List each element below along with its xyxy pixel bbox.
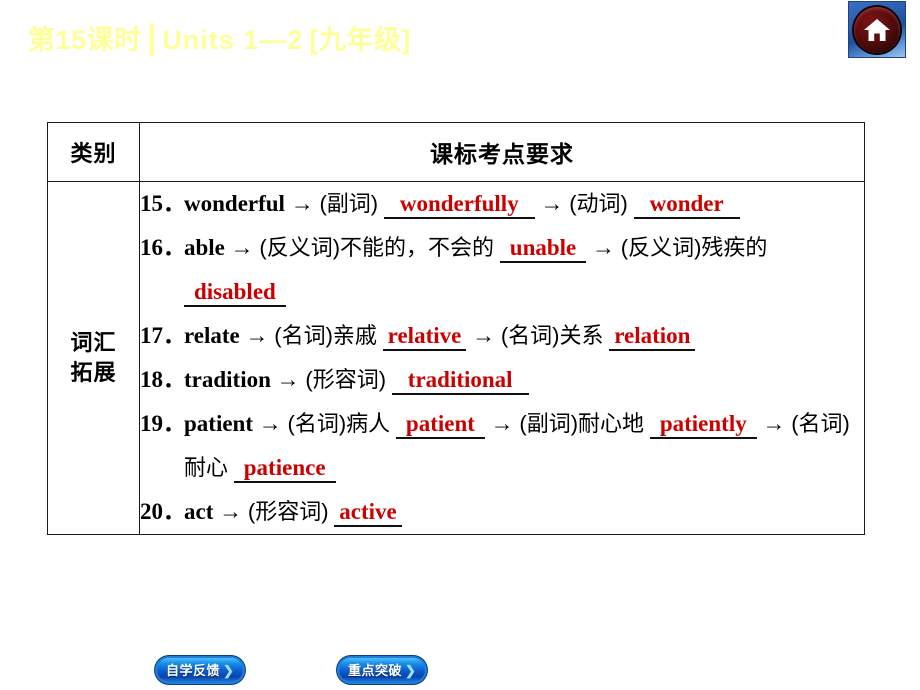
answer-blank: wonderfully — [383, 191, 535, 220]
title-separator: ┃ — [143, 25, 161, 55]
vocabulary-item-number: 17． — [140, 323, 186, 348]
vocabulary-item-number: 20． — [140, 499, 186, 524]
answer-blank: traditional — [391, 367, 529, 396]
answer-blank: patient — [395, 411, 485, 440]
word-english: relate — [184, 323, 240, 348]
nav-button-key-points-label: 重点突破 — [348, 662, 403, 678]
page-title-lesson: 第15课时 — [28, 25, 142, 55]
arrow-glyph: → — [490, 411, 514, 436]
arrow-glyph: → — [540, 191, 564, 216]
answer-blank: relation — [609, 323, 696, 352]
category-label-line1: 词汇 — [70, 330, 117, 356]
category-label-line2: 拓展 — [70, 360, 117, 385]
chevron-right-icon: ❯ — [223, 662, 234, 678]
vocabulary-item: 19． patient → (名词)病人 patient → (副词)耐心地 pa… — [140, 402, 864, 490]
word-hint-chinese: (反义词)不能的，不会的 — [259, 235, 495, 260]
table-header-row: 类别 课标考点要求 — [47, 122, 865, 182]
answer-blank: patiently — [649, 411, 757, 440]
answer-blank: wonder — [633, 191, 740, 220]
vocabulary-item-number: 19． — [140, 411, 186, 436]
page-header: 第15课时┃Units 1—2 [九年级] — [0, 0, 920, 62]
answer-blank: patience — [233, 455, 336, 484]
word-hint-chinese: (反义词)残疾的 — [620, 235, 768, 260]
home-icon — [854, 6, 900, 53]
category-label: 词汇 拓展 — [47, 181, 140, 535]
arrow-glyph: → — [230, 235, 254, 260]
answer-blank: unable — [499, 235, 587, 264]
word-hint-chinese: (名词)关系 — [500, 323, 604, 348]
table-header-category: 类别 — [47, 122, 140, 182]
answer-blank: relative — [382, 323, 467, 352]
answer-blank: active — [334, 499, 402, 528]
word-hint-chinese: (动词) — [569, 191, 628, 216]
word-hint-chinese: (形容词) — [305, 367, 387, 392]
arrow-glyph: → — [592, 235, 616, 260]
table-header-requirement: 课标考点要求 — [139, 122, 865, 182]
page-title-units: Units 1—2 — [162, 25, 304, 55]
word-hint-chinese: (副词) — [319, 191, 379, 216]
nav-button-self-study[interactable]: 自学反馈 ❯ — [157, 658, 243, 682]
chevron-right-icon: ❯ — [405, 662, 416, 678]
arrow-glyph: → — [219, 499, 243, 524]
table-row: 词汇 拓展 15． wonderful → (副词) wonderfully → … — [47, 181, 865, 535]
home-button[interactable] — [849, 2, 905, 57]
vocabulary-item: 16． able → (反义词)不能的，不会的 unable → (反义词)残疾的… — [140, 226, 864, 314]
vocabulary-item: 18． tradition → (形容词) traditional — [140, 358, 864, 402]
page-title-grade: [九年级] — [309, 25, 411, 55]
arrow-glyph: → — [245, 323, 269, 348]
word-hint-chinese: (名词)病人 — [287, 411, 391, 436]
vocabulary-item-number: 15． — [140, 191, 186, 216]
nav-button-self-study-label: 自学反馈 — [166, 662, 221, 678]
requirements-table: 类别 课标考点要求 词汇 拓展 15． wonderful → (副词) wond… — [47, 122, 865, 535]
word-hint-chinese: (形容词) — [247, 499, 329, 524]
vocabulary-item-number: 18． — [140, 367, 186, 392]
word-english: tradition — [184, 367, 271, 392]
arrow-glyph: → — [276, 367, 300, 392]
vocabulary-item-list: 15． wonderful → (副词) wonderfully → (动词) w… — [140, 182, 864, 534]
arrow-glyph: → — [258, 411, 282, 436]
nav-button-key-points[interactable]: 重点突破 ❯ — [339, 658, 425, 682]
arrow-glyph: → — [290, 191, 314, 216]
vocabulary-item-number: 16． — [140, 235, 186, 260]
vocabulary-item: 17． relate → (名词)亲戚 relative → (名词)关系 rel… — [140, 314, 864, 358]
vocabulary-item: 15． wonderful → (副词) wonderfully → (动词) w… — [140, 182, 864, 226]
answer-blank: disabled — [184, 279, 286, 308]
word-hint-chinese: (名词)亲戚 — [274, 323, 377, 348]
word-english: wonderful — [184, 191, 285, 216]
word-english: patient — [184, 411, 253, 436]
arrow-glyph: → — [472, 323, 496, 348]
page-title: 第15课时┃Units 1—2 [九年级] — [28, 18, 411, 57]
word-english: act — [184, 499, 214, 524]
vocabulary-item: 20． act → (形容词) active — [140, 490, 864, 534]
arrow-glyph: → — [762, 411, 786, 436]
vocabulary-items-cell: 15． wonderful → (副词) wonderfully → (动词) w… — [139, 181, 865, 535]
word-hint-chinese: (副词)耐心地 — [519, 411, 645, 436]
footer-navigation: 自学反馈 ❯ 重点突破 ❯ — [0, 658, 920, 686]
word-english: able — [184, 235, 225, 260]
